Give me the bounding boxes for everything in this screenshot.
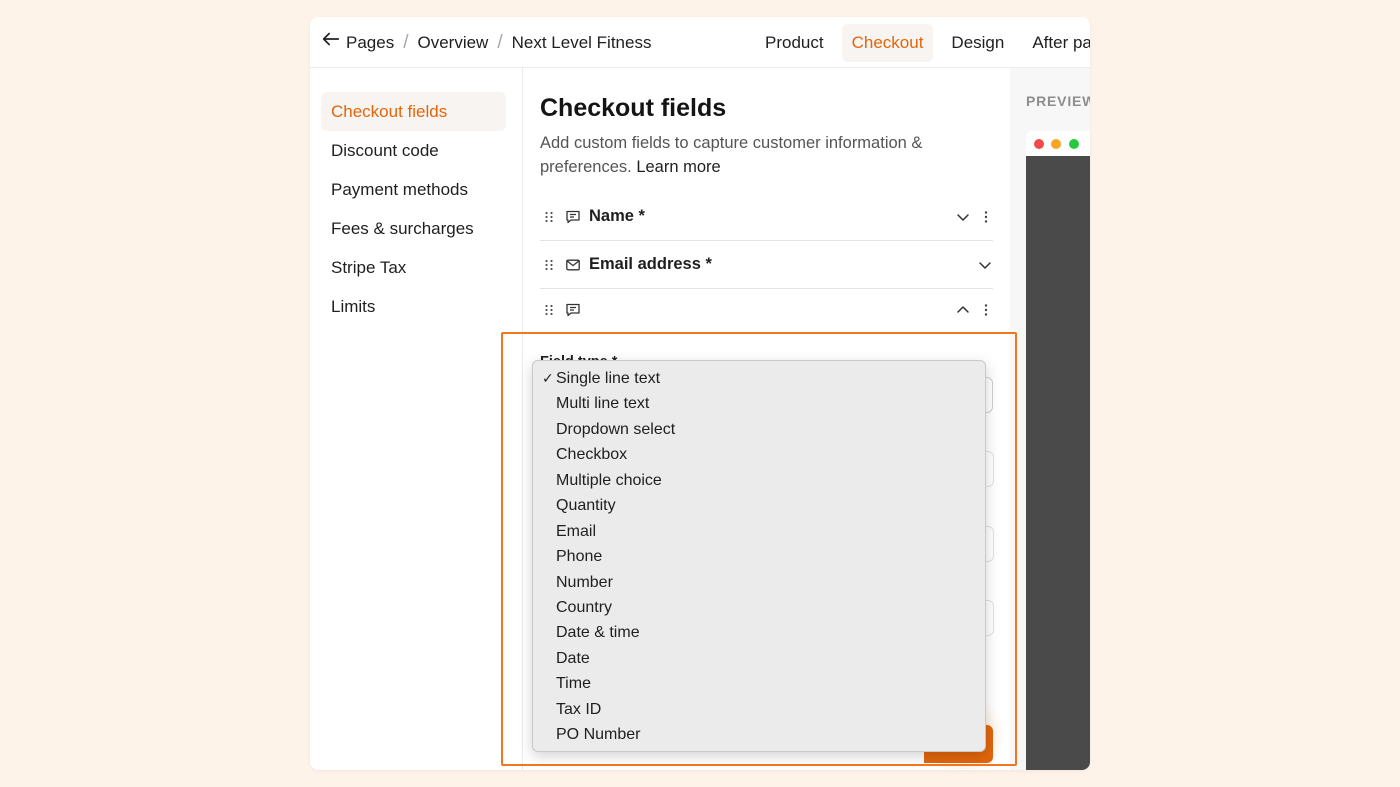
dropdown-option[interactable]: Date & time (533, 620, 985, 645)
dropdown-option[interactable]: Quantity (533, 493, 985, 518)
breadcrumb-separator: / (403, 31, 409, 53)
dropdown-option-selected[interactable]: ✓ Single line text (533, 366, 985, 391)
dropdown-option[interactable]: Number (533, 570, 985, 595)
dropdown-option[interactable]: PO Number (533, 722, 985, 747)
dropdown-option[interactable]: Phone (533, 544, 985, 569)
preview-label: PREVIEW (1026, 93, 1090, 109)
sidebar-item-checkout-fields[interactable]: Checkout fields (321, 92, 506, 131)
drag-handle-icon[interactable] (542, 258, 556, 272)
message-icon (566, 303, 580, 317)
dropdown-option[interactable]: Email (533, 519, 985, 544)
top-bar: Pages / Overview / Next Level Fitness Pr… (310, 17, 1090, 68)
dropdown-option[interactable]: Dropdown select (533, 417, 985, 442)
dropdown-option[interactable]: Multi line text (533, 391, 985, 416)
dropdown-option[interactable]: Country (533, 595, 985, 620)
drag-handle-icon[interactable] (542, 210, 556, 224)
breadcrumb-overview[interactable]: Overview (417, 33, 488, 53)
page-title: Checkout fields (540, 94, 727, 122)
sidebar-item-limits[interactable]: Limits (321, 287, 506, 326)
message-icon (566, 210, 580, 223)
preview-body (1026, 156, 1090, 770)
checkout-field-row[interactable]: Name * (540, 193, 993, 241)
breadcrumb: Pages / Overview / Next Level Fitness (346, 17, 651, 68)
preview-panel: PREVIEW (1010, 68, 1090, 770)
window-maximize-dot (1069, 139, 1079, 149)
chevron-down-icon[interactable] (955, 209, 971, 225)
breadcrumb-pages[interactable]: Pages (346, 33, 394, 53)
dropdown-option[interactable]: Checkbox (533, 442, 985, 467)
description-text: Add custom fields to capture customer in… (540, 134, 923, 176)
checkout-field-row-expanded[interactable] (540, 290, 993, 330)
field-label: Name * (589, 207, 645, 225)
page-description: Add custom fields to capture customer in… (540, 131, 960, 179)
page-tabs: Product Checkout Design After pa (755, 17, 1090, 68)
browser-bar (1026, 131, 1090, 156)
dropdown-option[interactable]: Time (533, 671, 985, 696)
more-options-icon[interactable] (979, 302, 993, 318)
sidebar-item-fees-surcharges[interactable]: Fees & surcharges (321, 209, 506, 248)
drag-handle-icon[interactable] (542, 303, 556, 317)
sidebar-item-payment-methods[interactable]: Payment methods (321, 170, 506, 209)
sidebar-item-discount-code[interactable]: Discount code (321, 131, 506, 170)
envelope-icon (566, 259, 580, 270)
field-label: Email address * (589, 255, 712, 273)
option-label: Single line text (556, 370, 661, 387)
checkmark-icon: ✓ (542, 370, 554, 386)
dropdown-option[interactable]: Tax ID (533, 697, 985, 722)
learn-more-link[interactable]: Learn more (636, 158, 720, 176)
tab-product[interactable]: Product (755, 24, 834, 62)
window-minimize-dot (1051, 139, 1061, 149)
breadcrumb-separator: / (497, 31, 503, 53)
more-options-icon[interactable] (979, 209, 993, 225)
tab-checkout[interactable]: Checkout (841, 23, 934, 62)
chevron-down-icon[interactable] (977, 257, 993, 273)
preview-frame (1026, 131, 1090, 770)
dropdown-option[interactable]: Date (533, 646, 985, 671)
breadcrumb-current-page[interactable]: Next Level Fitness (512, 33, 652, 53)
sidebar-item-stripe-tax[interactable]: Stripe Tax (321, 248, 506, 287)
arrow-left-icon[interactable] (320, 28, 342, 50)
tab-after-payment[interactable]: After pa (1022, 24, 1090, 62)
settings-sidebar: Checkout fields Discount code Payment me… (310, 68, 523, 770)
window-close-dot (1034, 139, 1044, 149)
field-type-dropdown: ✓ Single line text Multi line text Dropd… (532, 360, 986, 752)
tab-design[interactable]: Design (941, 24, 1014, 62)
dropdown-option[interactable]: Multiple choice (533, 468, 985, 493)
checkout-field-row[interactable]: Email address * (540, 241, 993, 289)
chevron-up-icon[interactable] (955, 302, 971, 318)
